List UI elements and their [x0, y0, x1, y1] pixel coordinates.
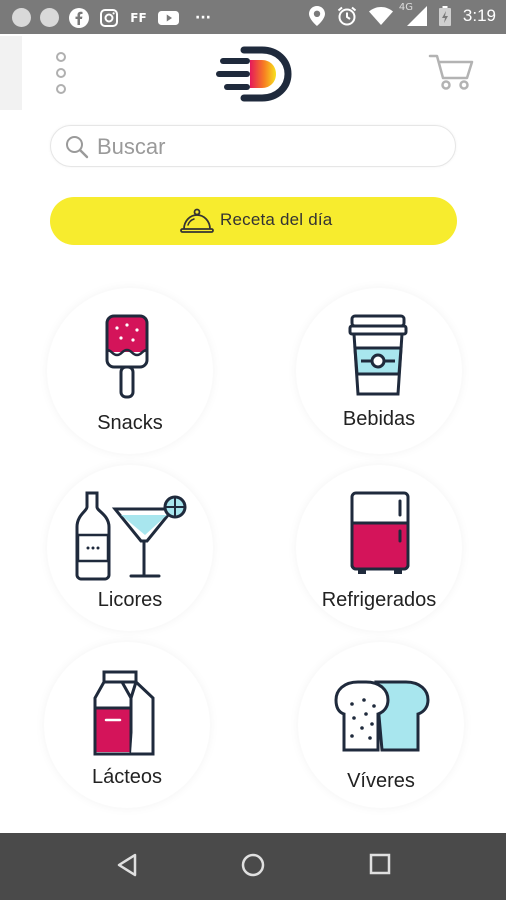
category-label: Refrigerados: [321, 589, 437, 611]
cell-signal-icon: 4G: [399, 2, 427, 26]
recipe-of-the-day-button[interactable]: Receta del día: [50, 197, 457, 245]
circle-dot-icon: [40, 8, 59, 27]
clock-time: 3:19: [462, 6, 496, 25]
ff-icon: FF: [130, 10, 147, 25]
category-licores[interactable]: Licores: [47, 465, 213, 631]
category-bebidas[interactable]: Bebidas: [296, 288, 462, 454]
category-label: Bebidas: [342, 408, 416, 430]
fridge-icon: [350, 491, 410, 574]
recents-icon[interactable]: [369, 853, 391, 875]
category-label: Víveres: [347, 770, 415, 792]
system-icons: 4G 3:19: [308, 2, 496, 26]
category-label: Lácteos: [91, 766, 163, 788]
search-bar[interactable]: [50, 125, 456, 167]
category-snacks[interactable]: Snacks: [47, 288, 213, 454]
search-input[interactable]: [95, 130, 439, 164]
cloche-icon: [180, 208, 214, 233]
shopping-cart-icon[interactable]: [428, 52, 474, 96]
bread-icon: [334, 680, 430, 752]
status-bar: FF ··· 4G 3:19: [0, 0, 506, 34]
recipe-label: Receta del día: [220, 210, 333, 229]
circle-dot-icon: [12, 8, 31, 27]
category-label: Licores: [97, 589, 163, 611]
coffee-cup-icon: [348, 314, 408, 396]
android-nav-bar: [0, 833, 506, 900]
wifi-icon: [368, 7, 393, 25]
alarm-icon: [337, 6, 357, 26]
milk-carton-icon: [93, 670, 155, 756]
category-refrigerados[interactable]: Refrigerados: [296, 465, 462, 631]
popsicle-icon: [105, 314, 149, 399]
notification-icons: FF ···: [12, 7, 218, 28]
instagram-icon: [98, 7, 119, 28]
category-viveres[interactable]: Víveres: [298, 642, 464, 808]
home-icon[interactable]: [241, 853, 265, 877]
battery-icon: [438, 6, 451, 26]
back-icon[interactable]: [116, 853, 138, 877]
search-icon: [66, 136, 89, 159]
facebook-icon: [68, 7, 89, 28]
youtube-icon: [158, 7, 179, 28]
category-label: Snacks: [97, 412, 163, 434]
location-icon: [308, 6, 325, 26]
category-lacteos[interactable]: Lácteos: [44, 642, 210, 808]
more-icon: ···: [195, 9, 211, 26]
speed-d-logo-icon[interactable]: [214, 46, 294, 106]
side-drawer-edge[interactable]: [0, 36, 22, 110]
bottle-cocktail-icon: [75, 491, 187, 581]
kebab-menu-icon[interactable]: [50, 50, 74, 100]
